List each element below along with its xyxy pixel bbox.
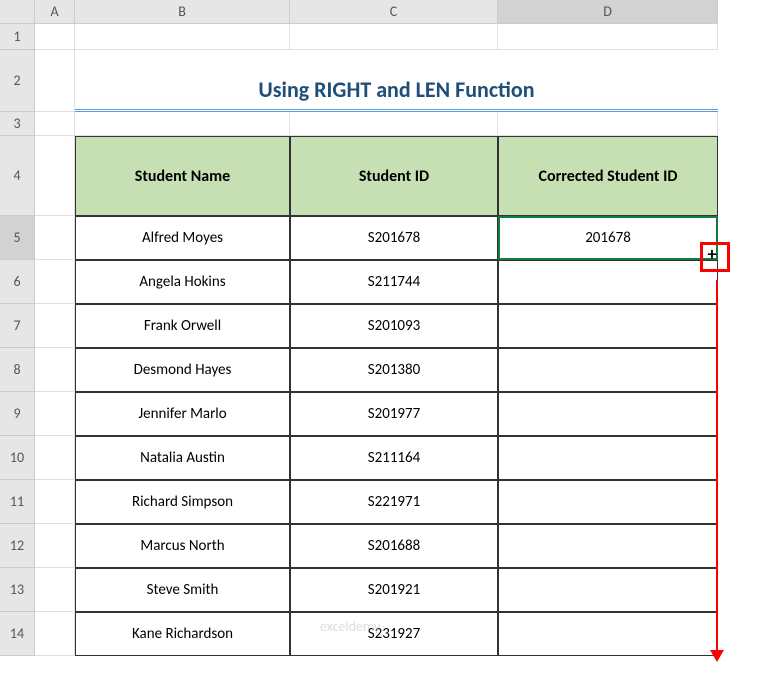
header-corrected: Corrected Student ID [498,136,718,216]
row-header-13[interactable]: 13 [0,568,35,612]
cell-a5[interactable] [35,216,75,260]
col-header-a[interactable]: A [35,0,75,24]
cell-corrected-8[interactable] [498,568,718,612]
cell-name-4[interactable]: Jennifer Marlo [75,392,290,436]
col-header-c[interactable]: C [290,0,498,24]
cell-id-0[interactable]: S201678 [290,216,498,260]
cell-id-8[interactable]: S201921 [290,568,498,612]
cell-name-0[interactable]: Alfred Moyes [75,216,290,260]
drag-arrow-icon [716,280,718,660]
cell-d1[interactable] [498,24,718,50]
cell-name-2[interactable]: Frank Orwell [75,304,290,348]
cell-name-5[interactable]: Natalia Austin [75,436,290,480]
header-id: Student ID [290,136,498,216]
cell-c1[interactable] [290,24,498,50]
cell-id-2[interactable]: S201093 [290,304,498,348]
row-header-6[interactable]: 6 [0,260,35,304]
row-header-12[interactable]: 12 [0,524,35,568]
cell-b3[interactable] [75,112,290,136]
cell-a8[interactable] [35,348,75,392]
cell-id-9[interactable]: S231927 [290,612,498,656]
cell-id-7[interactable]: S201688 [290,524,498,568]
cell-d3[interactable] [498,112,718,136]
row-header-14[interactable]: 14 [0,612,35,656]
cell-corrected-2[interactable] [498,304,718,348]
cell-a11[interactable] [35,480,75,524]
cell-name-1[interactable]: Angela Hokins [75,260,290,304]
cell-corrected-7[interactable] [498,524,718,568]
cell-corrected-6[interactable] [498,480,718,524]
cell-corrected-4[interactable] [498,392,718,436]
cell-a12[interactable] [35,524,75,568]
row-header-1[interactable]: 1 [0,24,35,50]
cell-a13[interactable] [35,568,75,612]
cell-a10[interactable] [35,436,75,480]
cell-id-4[interactable]: S201977 [290,392,498,436]
row-header-3[interactable]: 3 [0,112,35,136]
row-header-7[interactable]: 7 [0,304,35,348]
select-all-corner[interactable] [0,0,35,24]
row-header-9[interactable]: 9 [0,392,35,436]
row-header-4[interactable]: 4 [0,136,35,216]
col-header-d[interactable]: D [498,0,718,24]
cell-name-9[interactable]: Kane Richardson [75,612,290,656]
row-header-10[interactable]: 10 [0,436,35,480]
cell-name-6[interactable]: Richard Simpson [75,480,290,524]
cell-corrected-3[interactable] [498,348,718,392]
cell-a2[interactable] [35,50,75,112]
cell-c3[interactable] [290,112,498,136]
cell-corrected-5[interactable] [498,436,718,480]
cell-id-1[interactable]: S211744 [290,260,498,304]
cell-a4[interactable] [35,136,75,216]
row-header-8[interactable]: 8 [0,348,35,392]
cell-corrected-0[interactable]: 201678 + [498,216,718,260]
row-header-2[interactable]: 2 [0,50,35,112]
cell-name-7[interactable]: Marcus North [75,524,290,568]
cell-name-3[interactable]: Desmond Hayes [75,348,290,392]
row-header-11[interactable]: 11 [0,480,35,524]
header-name: Student Name [75,136,290,216]
cell-a14[interactable] [35,612,75,656]
cell-id-5[interactable]: S211164 [290,436,498,480]
cell-a6[interactable] [35,260,75,304]
col-header-b[interactable]: B [75,0,290,24]
cell-b1[interactable] [75,24,290,50]
cell-corrected-9[interactable] [498,612,718,656]
cell-a9[interactable] [35,392,75,436]
cell-a7[interactable] [35,304,75,348]
page-title: Using RIGHT and LEN Function [75,50,718,112]
cell-a3[interactable] [35,112,75,136]
cell-a1[interactable] [35,24,75,50]
cell-id-3[interactable]: S201380 [290,348,498,392]
cell-corrected-1[interactable] [498,260,718,304]
cell-id-6[interactable]: S221971 [290,480,498,524]
row-header-5[interactable]: 5 [0,216,35,260]
fill-handle-icon[interactable]: + [704,246,720,262]
fill-handle-highlight: + [700,242,730,272]
cell-value: 201678 [585,229,631,247]
cell-name-8[interactable]: Steve Smith [75,568,290,612]
